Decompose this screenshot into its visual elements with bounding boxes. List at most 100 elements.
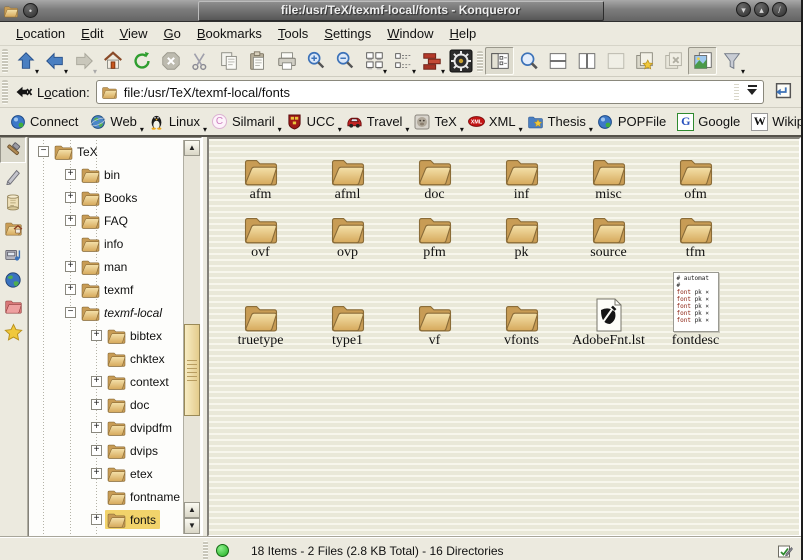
icon-view-button[interactable]: ▾ (359, 47, 388, 75)
file-item-source[interactable]: source (565, 203, 652, 261)
menu-window[interactable]: Window (379, 24, 441, 43)
file-item-vfonts[interactable]: vfonts (478, 261, 565, 349)
file-item-ovf[interactable]: ovf (217, 203, 304, 261)
minimize-button[interactable]: ▾ (736, 2, 751, 17)
go-button[interactable] (768, 78, 797, 106)
bookmark-connect[interactable]: Connect (5, 112, 85, 131)
bookmark-ucc[interactable]: UCC ▾ (282, 112, 342, 131)
expand-icon[interactable]: + (91, 468, 102, 479)
expand-icon[interactable]: + (91, 330, 102, 341)
image-preview-button[interactable] (688, 47, 717, 75)
bookmark-travel[interactable]: Travel ▾ (342, 112, 410, 131)
expand-icon[interactable]: + (65, 261, 76, 272)
location-input[interactable] (122, 84, 732, 101)
paste-button[interactable] (243, 47, 272, 75)
filter-button[interactable]: ▾ (717, 47, 746, 75)
tree-item-bin[interactable]: +bin (29, 163, 184, 186)
tree-item-man[interactable]: +man (29, 255, 184, 278)
tree-item-texmf-local[interactable]: −texmf-local (29, 301, 184, 324)
scrollbar-thumb[interactable] (184, 324, 200, 416)
sticky-button[interactable]: • (23, 3, 38, 18)
expand-icon[interactable]: + (91, 422, 102, 433)
tree-item-dvipdfm[interactable]: +dvipdfm (29, 416, 184, 439)
sidebar-tab-history[interactable] (0, 189, 26, 215)
bookmark-popfile[interactable]: POPFile (593, 112, 673, 131)
file-item-fontdesc[interactable]: # automat # font pk × font pk × font pk … (652, 261, 739, 349)
file-item-tfm[interactable]: tfm (652, 203, 739, 261)
toolbar-handle[interactable] (2, 49, 8, 72)
maximize-button[interactable]: ▴ (754, 2, 769, 17)
bookmark-silmaril[interactable]: C Silmaril ▾ (207, 112, 282, 131)
tree-scrollbar[interactable]: ▲ ▲ ▼ (183, 140, 200, 534)
bookmark-linux[interactable]: Linux ▾ (144, 112, 207, 131)
file-item-vf[interactable]: vf (391, 261, 478, 349)
sidebar-tab-home-folder[interactable] (0, 215, 26, 241)
file-item-truetype[interactable]: truetype (217, 261, 304, 349)
print-button[interactable] (272, 47, 301, 75)
expand-icon[interactable]: + (65, 169, 76, 180)
file-item-afml[interactable]: afml (304, 145, 391, 203)
statusbar-indicator-icon[interactable] (777, 543, 793, 559)
sidebar-tab-network[interactable] (0, 267, 26, 293)
file-item-ovp[interactable]: ovp (304, 203, 391, 261)
back-button[interactable]: ▾ (40, 47, 69, 75)
show-navigation-panel-button[interactable] (485, 47, 514, 75)
copy-button[interactable] (214, 47, 243, 75)
statusbar-handle[interactable] (203, 541, 208, 560)
expand-icon[interactable]: + (91, 399, 102, 410)
expand-icon[interactable]: + (65, 192, 76, 203)
tree-item-etex[interactable]: +etex (29, 462, 184, 485)
menu-view[interactable]: View (112, 24, 156, 43)
expand-icon[interactable]: + (91, 376, 102, 387)
file-icon-view[interactable]: afm afml doc inf misc ofm ovf ovp pfm pk… (207, 137, 801, 537)
bricks-view-button[interactable]: ▾ (417, 47, 446, 75)
menu-help[interactable]: Help (442, 24, 485, 43)
scroll-down-button[interactable]: ▼ (184, 518, 200, 534)
sidebar-tab-root-folder[interactable] (0, 293, 26, 319)
bookmark-google[interactable]: G Google (673, 112, 747, 131)
expand-icon[interactable]: + (65, 284, 76, 295)
close-button[interactable]: / (772, 2, 787, 17)
file-item-ofm[interactable]: ofm (652, 145, 739, 203)
bookmark-tex[interactable]: TeX ▾ (409, 112, 463, 131)
menu-settings[interactable]: Settings (316, 24, 379, 43)
collapse-icon[interactable]: − (65, 307, 76, 318)
find-file-button[interactable] (514, 47, 543, 75)
cut-button[interactable] (185, 47, 214, 75)
sidebar-tab-bookmarks[interactable] (0, 319, 26, 345)
file-item-doc[interactable]: doc (391, 145, 478, 203)
expand-icon[interactable]: + (65, 215, 76, 226)
locationbar-handle[interactable] (2, 80, 8, 103)
file-item-afm[interactable]: afm (217, 145, 304, 203)
sidebar-tab-tools[interactable] (0, 137, 26, 163)
tree-item-fonts[interactable]: +fonts (29, 508, 184, 531)
combobox-dropdown-button[interactable] (741, 82, 763, 102)
location-combobox[interactable] (96, 80, 764, 104)
tree-item-chktex[interactable]: chktex (29, 347, 184, 370)
file-item-type1[interactable]: type1 (304, 261, 391, 349)
tree-item-tex[interactable]: −TeX (29, 140, 184, 163)
split-left-right-button[interactable] (572, 47, 601, 75)
tree-item-info[interactable]: info (29, 232, 184, 255)
sidebar-tab-pencil[interactable] (0, 163, 26, 189)
tree-item-doc[interactable]: +doc (29, 393, 184, 416)
bookmark-thesis[interactable]: Thesis ▾ (523, 112, 593, 131)
expand-icon[interactable]: + (91, 514, 102, 525)
file-item-adobefnt[interactable]: AdobeFnt.lst (565, 261, 652, 349)
tree-item-books[interactable]: +Books (29, 186, 184, 209)
title-bar[interactable]: • file:/usr/TeX/texmf-local/fonts - Konq… (0, 0, 801, 22)
collapse-icon[interactable]: − (38, 146, 49, 157)
file-item-inf[interactable]: inf (478, 145, 565, 203)
home-button[interactable] (98, 47, 127, 75)
up-button[interactable]: ▾ (11, 47, 40, 75)
zoom-out-button[interactable] (330, 47, 359, 75)
tree-item-bibtex[interactable]: +bibtex (29, 324, 184, 347)
sidebar-tab-services[interactable] (0, 241, 26, 267)
file-item-pfm[interactable]: pfm (391, 203, 478, 261)
menu-tools[interactable]: Tools (270, 24, 316, 43)
tree-item-texmf[interactable]: +texmf (29, 278, 184, 301)
reload-button[interactable] (127, 47, 156, 75)
expand-icon[interactable]: + (91, 445, 102, 456)
menu-location[interactable]: Location (8, 24, 73, 43)
bookmark-web[interactable]: Web ▾ (85, 112, 144, 131)
